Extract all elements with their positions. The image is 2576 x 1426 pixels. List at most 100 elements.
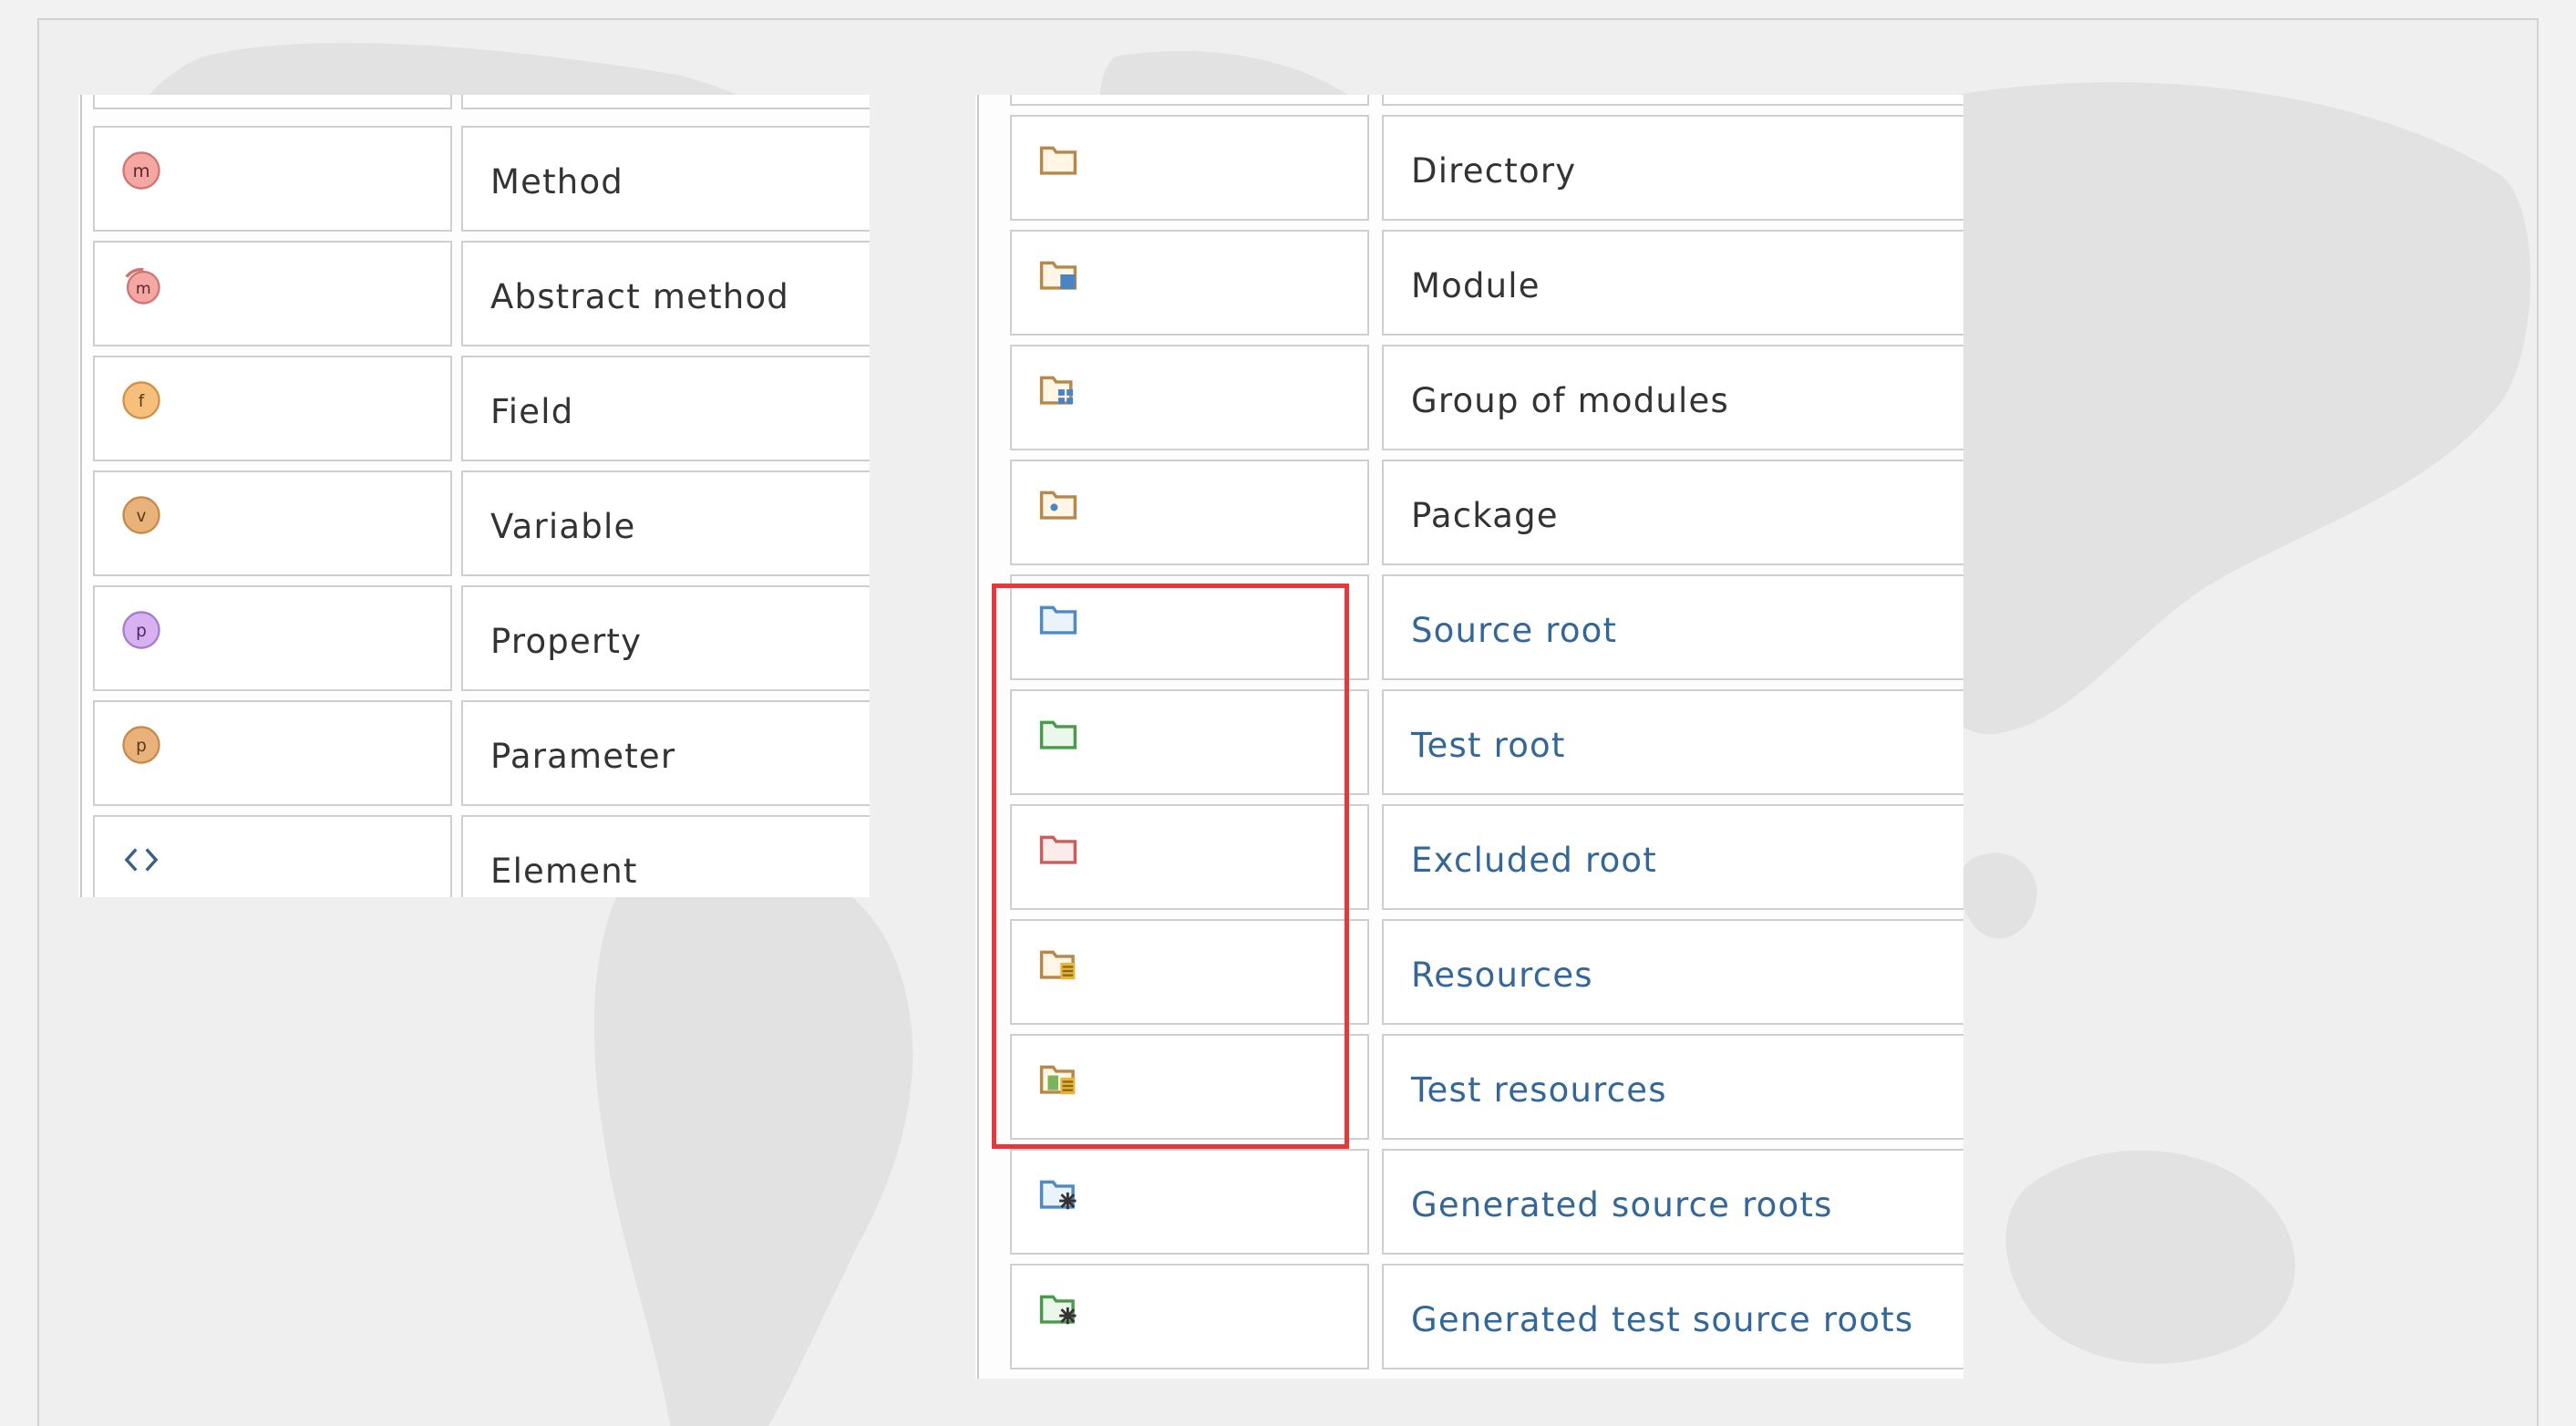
generated-source-roots-icon [1039, 1180, 1077, 1210]
label-cell: Field [461, 356, 870, 461]
source-root-icon [1039, 605, 1077, 635]
row-label: Element [490, 852, 638, 891]
label-cell [461, 95, 870, 109]
parameter-icon: p [122, 726, 160, 764]
row-label-link[interactable]: Excluded root [1411, 841, 1657, 881]
label-cell: Module [1382, 230, 1963, 336]
icon-cell: m [93, 126, 452, 232]
table-row: Excluded root [975, 804, 1963, 919]
row-label: Module [1411, 266, 1540, 305]
abstract-method-icon: m [125, 267, 160, 305]
test-resources-icon [1039, 1065, 1076, 1095]
table-row: Generated test source roots [975, 1264, 1963, 1379]
table-row: p Property [78, 585, 870, 700]
icon-cell [1010, 1149, 1369, 1255]
svg-text:p: p [136, 622, 147, 641]
label-cell: Generated source roots [1382, 1149, 1963, 1255]
label-cell: Generated test source roots [1382, 1264, 1963, 1369]
label-cell: Element [461, 815, 870, 897]
row-label: Abstract method [490, 277, 789, 316]
table-row: m Abstract method [78, 241, 870, 356]
package-icon [1039, 491, 1077, 520]
row-label: Package [1411, 496, 1559, 535]
project-structure-table: Directory Module Group of modules Packag… [975, 95, 1963, 1379]
icon-cell [93, 95, 452, 109]
row-label: Method [490, 162, 623, 202]
icon-cell [1010, 230, 1369, 336]
label-cell [1382, 95, 1963, 106]
module-icon [1039, 261, 1077, 290]
row-label: Group of modules [1411, 381, 1729, 420]
table-row: Directory [975, 115, 1963, 230]
icon-cell: p [93, 700, 452, 806]
row-label: Variable [490, 507, 636, 546]
icon-cell [1010, 574, 1369, 680]
table-row: Module [975, 230, 1963, 345]
icon-cell [1010, 115, 1369, 221]
row-label-link[interactable]: Resources [1411, 956, 1593, 996]
table-row: v Variable [78, 470, 870, 585]
svg-text:p: p [136, 737, 147, 756]
code-elements-table: m Method m Abstract method f Field v Var… [78, 95, 870, 897]
table-row: Test root [975, 689, 1963, 804]
svg-text:f: f [139, 392, 145, 411]
table-row: p Parameter [78, 700, 870, 815]
icon-cell: v [93, 470, 452, 576]
row-label-link[interactable]: Test resources [1411, 1070, 1667, 1111]
row-label-link[interactable]: Generated test source roots [1411, 1300, 1913, 1340]
screenshot-canvas: m Method m Abstract method f Field v Var… [0, 0, 2576, 1426]
table-row: Group of modules [975, 345, 1963, 460]
icon-cell [1010, 95, 1369, 106]
label-cell: Source root [1382, 574, 1963, 680]
table-row: Resources [975, 919, 1963, 1034]
row-label-link[interactable]: Test root [1411, 726, 1566, 766]
table-row: Element [78, 815, 870, 897]
label-cell: Abstract method [461, 241, 870, 346]
test-root-icon [1039, 720, 1077, 749]
row-label: Parameter [490, 737, 676, 776]
icon-cell [1010, 345, 1369, 450]
table-row: Package [975, 460, 1963, 574]
icon-cell [1010, 1034, 1369, 1140]
directory-icon [1039, 146, 1077, 175]
resources-icon [1039, 950, 1076, 980]
group-of-modules-icon [1039, 376, 1074, 405]
label-cell: Test resources [1382, 1034, 1963, 1140]
label-cell: Parameter [461, 700, 870, 806]
table-row: m Method [78, 126, 870, 241]
table-row [78, 95, 870, 119]
row-label-link[interactable]: Source root [1411, 611, 1617, 651]
excluded-root-icon [1039, 835, 1077, 864]
label-cell: Resources [1382, 919, 1963, 1025]
row-label-link[interactable]: Generated source roots [1411, 1185, 1833, 1225]
svg-text:m: m [132, 160, 149, 181]
label-cell: Group of modules [1382, 345, 1963, 450]
label-cell: Package [1382, 460, 1963, 565]
element-icon [124, 848, 159, 872]
variable-icon: v [122, 496, 160, 534]
icon-cell [1010, 460, 1369, 565]
table-row [975, 95, 1963, 115]
svg-text:v: v [137, 507, 147, 526]
label-cell: Property [461, 585, 870, 691]
field-icon: f [122, 381, 160, 419]
table-row: Generated source roots [975, 1149, 1963, 1264]
icon-cell: p [93, 585, 452, 691]
label-cell: Variable [461, 470, 870, 576]
label-cell: Test root [1382, 689, 1963, 795]
icon-cell [1010, 689, 1369, 795]
row-label: Field [490, 392, 574, 431]
table-row: Test resources [975, 1034, 1963, 1149]
label-cell: Directory [1382, 115, 1963, 221]
icon-cell [1010, 804, 1369, 910]
icon-cell: f [93, 356, 452, 461]
icon-cell: m [93, 241, 452, 346]
row-label: Directory [1411, 151, 1577, 191]
row-label: Property [490, 622, 643, 661]
icon-cell [1010, 1264, 1369, 1369]
label-cell: Method [461, 126, 870, 232]
label-cell: Excluded root [1382, 804, 1963, 910]
icon-cell [1010, 919, 1369, 1025]
property-icon: p [122, 611, 160, 649]
generated-test-source-roots-icon [1039, 1295, 1077, 1325]
